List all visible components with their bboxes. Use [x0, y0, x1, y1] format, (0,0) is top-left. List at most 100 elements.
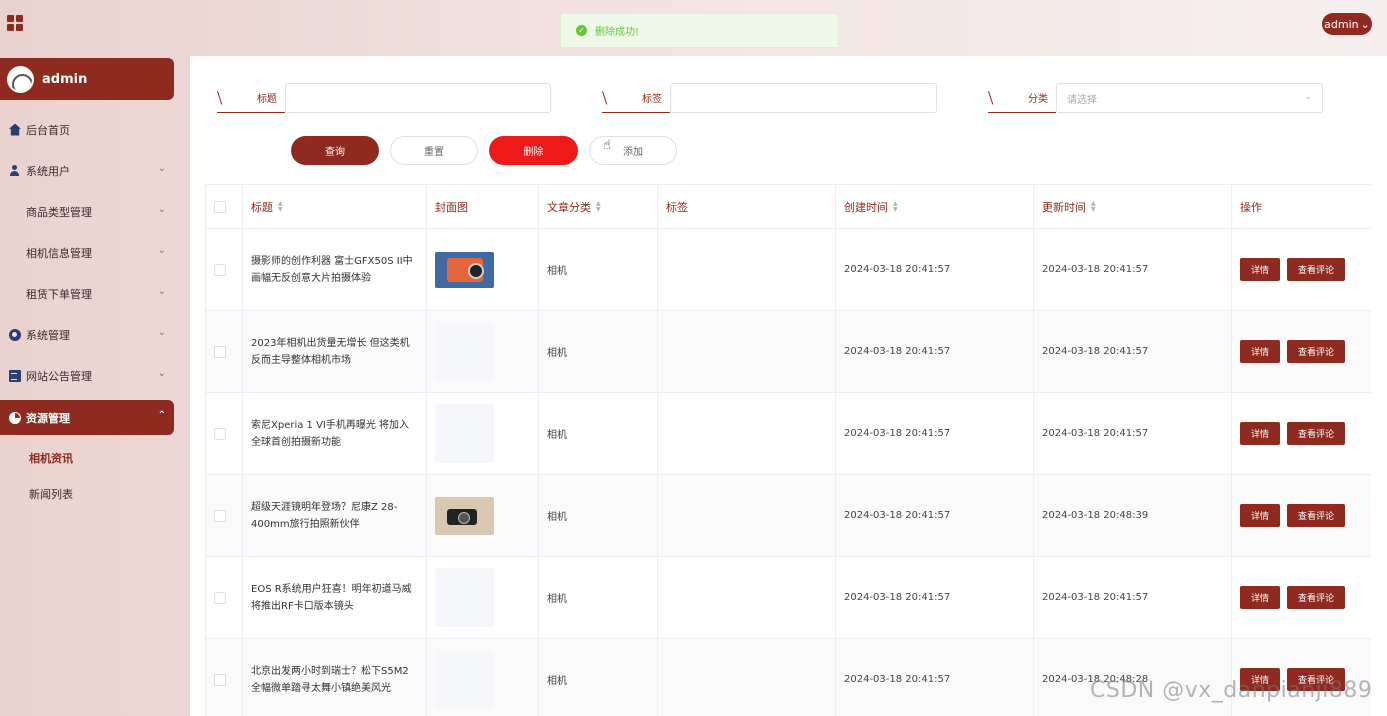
column-tag: 标签: [658, 185, 836, 229]
column-created[interactable]: 创建时间 ▲ ▼: [836, 185, 1034, 229]
row-updated: 2024-03-18 20:48:39: [1034, 475, 1232, 556]
row-title: EOS R系统用户狂喜！明年初道马威将推出RF卡口版本镜头: [243, 557, 427, 638]
detail-button[interactable]: 详情: [1240, 340, 1280, 363]
query-button[interactable]: 查询: [291, 136, 379, 165]
sidebar-username: admin: [42, 71, 88, 87]
row-updated: 2024-03-18 20:41:57: [1034, 393, 1232, 474]
view-comments-button[interactable]: 查看评论: [1287, 258, 1345, 281]
table-row: EOS R系统用户狂喜！明年初道马威将推出RF卡口版本镜头 相机 2024-03…: [206, 557, 1371, 639]
row-checkbox[interactable]: [214, 509, 226, 522]
tag-search-label: 标签: [601, 83, 670, 113]
detail-button[interactable]: 详情: [1240, 258, 1280, 281]
row-checkbox[interactable]: [214, 591, 226, 604]
row-checkbox[interactable]: [214, 673, 226, 686]
row-category: 相机: [539, 393, 658, 474]
select-all-checkbox[interactable]: [214, 201, 226, 213]
hand-cursor-icon: ☝: [603, 138, 611, 153]
user-icon: [9, 164, 21, 177]
row-category: 相机: [539, 311, 658, 392]
row-checkbox[interactable]: [214, 263, 226, 276]
sidebar-item-camera-info[interactable]: 相机信息管理 ⌄: [0, 235, 174, 270]
row-category: 相机: [539, 475, 658, 556]
sidebar-item-system-users[interactable]: 系统用户 ⌄: [0, 153, 174, 188]
menu-grid-icon[interactable]: [7, 15, 23, 31]
document-icon: [9, 369, 21, 382]
user-menu-button[interactable]: admin ⌄: [1322, 13, 1372, 35]
chevron-down-icon: ⌄: [1360, 17, 1370, 31]
row-created: 2024-03-18 20:41:57: [836, 311, 1034, 392]
grid-icon: [9, 247, 21, 259]
select-all-cell: [206, 185, 243, 229]
detail-button[interactable]: 详情: [1240, 422, 1280, 445]
title-search-input[interactable]: [285, 83, 551, 113]
detail-button[interactable]: 详情: [1240, 504, 1280, 527]
reset-button[interactable]: 重置: [390, 136, 478, 165]
sort-icon[interactable]: ▲ ▼: [893, 201, 898, 213]
table-header: 标题 ▲▼ 封面图 文章分类 ▲▼ 标签 创建时间 ▲▼ 更新时间 ▲▼: [206, 184, 1371, 229]
chevron-down-icon: ⌄: [157, 204, 166, 215]
cover-image: [435, 251, 494, 288]
row-title: 2023年相机出货量无增长 但这类机反而主导整体相机市场: [243, 311, 427, 392]
tag-search-input[interactable]: [670, 83, 937, 113]
pen-icon: [601, 89, 613, 105]
pen-icon: [987, 89, 999, 105]
chevron-down-icon: ⌄: [157, 327, 166, 338]
delete-button[interactable]: 删除: [489, 136, 578, 165]
pie-chart-icon: [9, 411, 21, 424]
sidebar-item-label: 租赁下单管理: [26, 287, 92, 301]
view-comments-button[interactable]: 查看评论: [1287, 340, 1345, 363]
pen-icon: [216, 89, 228, 105]
row-tag: [658, 393, 836, 474]
chevron-up-icon: ⌃: [157, 410, 166, 421]
sidebar-subitem-camera-news[interactable]: 相机资讯: [29, 450, 73, 466]
row-checkbox[interactable]: [214, 427, 226, 440]
user-menu-label: admin: [1324, 17, 1359, 31]
sidebar-item-resources[interactable]: 资源管理 ⌃: [0, 400, 174, 435]
gear-icon: [9, 328, 21, 341]
row-created: 2024-03-18 20:41:57: [836, 639, 1034, 716]
sidebar-subitem-news-list[interactable]: 新闻列表: [29, 486, 73, 502]
cover-image: [435, 404, 494, 463]
column-cover: 封面图: [427, 185, 539, 229]
table-row: 索尼Xperia 1 VI手机再曝光 将加入全球首创拍摄新功能 相机 2024-…: [206, 393, 1371, 475]
category-select[interactable]: 请选择 ⌄: [1056, 83, 1323, 113]
row-created: 2024-03-18 20:41:57: [836, 475, 1034, 556]
column-updated[interactable]: 更新时间 ▲ ▼: [1034, 185, 1232, 229]
chevron-down-icon: ⌄: [157, 245, 166, 256]
sidebar-item-announcements[interactable]: 网站公告管理 ⌄: [0, 358, 174, 393]
chevron-down-icon: ⌄: [157, 286, 166, 297]
cover-image: [435, 650, 494, 709]
sort-icon[interactable]: ▲ ▼: [1091, 201, 1096, 213]
row-category: 相机: [539, 229, 658, 310]
sidebar-item-label: 网站公告管理: [26, 369, 92, 383]
row-category: 相机: [539, 639, 658, 716]
detail-button[interactable]: 详情: [1240, 586, 1280, 609]
sort-icon[interactable]: ▲ ▼: [596, 201, 601, 213]
row-tag: [658, 475, 836, 556]
column-title[interactable]: 标题 ▲ ▼: [243, 185, 427, 229]
row-created: 2024-03-18 20:41:57: [836, 557, 1034, 638]
column-category[interactable]: 文章分类 ▲ ▼: [539, 185, 658, 229]
cover-image: [435, 322, 494, 381]
view-comments-button[interactable]: 查看评论: [1287, 422, 1345, 445]
sidebar-item-label: 商品类型管理: [26, 205, 92, 219]
sort-icon[interactable]: ▲ ▼: [278, 201, 283, 213]
row-title: 北京出发两小时到瑞士？松下S5M2全幅微单踏寻太舞小镇绝美风光: [243, 639, 427, 716]
sidebar-item-product-types[interactable]: 商品类型管理 ⌄: [0, 194, 174, 229]
category-search-label: 分类: [987, 83, 1056, 113]
home-icon: [9, 123, 21, 136]
toast-message: 删除成功!: [595, 27, 640, 38]
row-tag: [658, 557, 836, 638]
check-circle-icon: ✓: [576, 25, 587, 36]
category-select-placeholder: 请选择: [1067, 94, 1097, 106]
grid-icon: [9, 288, 21, 300]
sidebar-item-label: 系统管理: [26, 328, 70, 342]
view-comments-button[interactable]: 查看评论: [1287, 586, 1345, 609]
sidebar-item-rental-orders[interactable]: 租赁下单管理 ⌄: [0, 276, 174, 311]
sidebar-item-label: 资源管理: [26, 411, 70, 425]
row-checkbox[interactable]: [214, 345, 226, 358]
sidebar-item-system-manage[interactable]: 系统管理 ⌄: [0, 317, 174, 352]
view-comments-button[interactable]: 查看评论: [1287, 504, 1345, 527]
sidebar-item-home[interactable]: 后台首页: [0, 112, 174, 147]
articles-table: 标题 ▲▼ 封面图 文章分类 ▲▼ 标签 创建时间 ▲▼ 更新时间 ▲▼: [205, 184, 1371, 716]
